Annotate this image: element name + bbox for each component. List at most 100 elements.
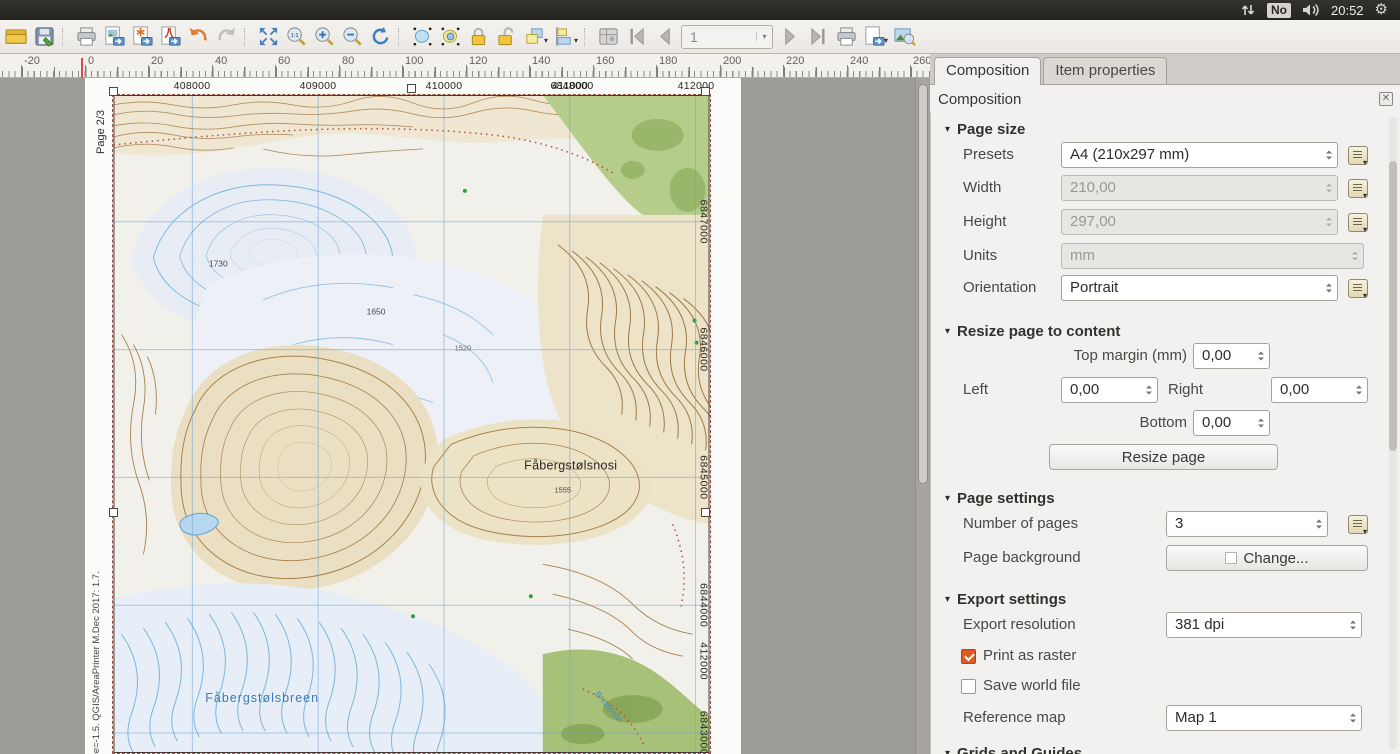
printer-icon bbox=[835, 25, 858, 48]
export-pdf-button[interactable] bbox=[156, 23, 184, 51]
left-margin-label: Left bbox=[963, 377, 988, 403]
session-gear-icon[interactable]: ⚙ bbox=[1375, 1, 1388, 19]
raise-items-dropdown-arrow[interactable]: ▾ bbox=[544, 36, 548, 45]
lock-items-button[interactable] bbox=[464, 23, 492, 51]
selection-handle[interactable] bbox=[407, 84, 416, 93]
bottom-margin-input[interactable]: 0,00 bbox=[1193, 410, 1270, 436]
panel-title: Composition bbox=[938, 91, 1021, 108]
network-icon[interactable] bbox=[1240, 3, 1256, 17]
atlas-previous-feature-button[interactable] bbox=[650, 23, 678, 51]
section-export-settings[interactable]: ▾Export settings bbox=[945, 591, 1066, 608]
reference-map-label: Reference map bbox=[963, 705, 1066, 731]
export-svg-button[interactable] bbox=[128, 23, 156, 51]
width-data-defined-button[interactable] bbox=[1348, 179, 1368, 198]
unlock-items-button[interactable] bbox=[492, 23, 520, 51]
print-as-raster-checkbox[interactable] bbox=[961, 649, 976, 664]
qgis-composer-window: No 20:52 ⚙ 1:1 ▾ ▾ bbox=[0, 0, 1400, 754]
resize-page-button[interactable]: Resize page bbox=[1049, 444, 1278, 470]
section-page-size[interactable]: ▾Page size bbox=[945, 121, 1025, 138]
export-image-button[interactable] bbox=[100, 23, 128, 51]
map-item[interactable]: 1730 1650 1520 Fåbergstølsnosi 1555 Fåbe… bbox=[112, 94, 711, 754]
presets-data-defined-button[interactable] bbox=[1348, 146, 1368, 165]
left-margin-input[interactable]: 0,00 bbox=[1061, 377, 1158, 403]
units-select[interactable]: mm bbox=[1061, 243, 1364, 269]
ruler-cursor-marker bbox=[81, 58, 83, 78]
align-items-dropdown-arrow[interactable]: ▾ bbox=[574, 36, 578, 45]
scrollbar-thumb[interactable] bbox=[1389, 161, 1397, 451]
refresh-icon bbox=[369, 25, 392, 48]
selection-handle[interactable] bbox=[109, 508, 118, 517]
ruler-tick: 160 bbox=[596, 54, 614, 77]
canvas-vertical-scrollbar[interactable] bbox=[915, 78, 929, 754]
save-button[interactable] bbox=[30, 23, 58, 51]
panel-vertical-scrollbar[interactable] bbox=[1389, 117, 1397, 750]
map-coord-label: 408000 bbox=[174, 80, 211, 92]
height-input[interactable]: 297,00 bbox=[1061, 209, 1338, 235]
volume-icon[interactable] bbox=[1302, 3, 1320, 17]
preview-atlas-button[interactable] bbox=[890, 23, 918, 51]
page-background-change-button[interactable]: Change... bbox=[1166, 545, 1368, 571]
selection-handle[interactable] bbox=[701, 87, 710, 96]
ruler-tick: 180 bbox=[659, 54, 677, 77]
zoom-actual-button[interactable]: 1:1 bbox=[282, 23, 310, 51]
height-data-defined-button[interactable] bbox=[1348, 213, 1368, 232]
atlas-next-feature-button[interactable] bbox=[776, 23, 804, 51]
svg-text:1:1: 1:1 bbox=[290, 33, 298, 39]
scrollbar-thumb[interactable] bbox=[918, 84, 928, 484]
close-panel-icon[interactable]: ✕ bbox=[1379, 92, 1393, 106]
zoom-in-icon bbox=[313, 25, 336, 48]
orientation-select[interactable]: Portrait bbox=[1061, 275, 1338, 301]
section-page-settings[interactable]: ▾Page settings bbox=[945, 490, 1055, 507]
pages-data-defined-button[interactable] bbox=[1348, 515, 1368, 534]
section-resize-page[interactable]: ▾Resize page to content bbox=[945, 323, 1120, 340]
export-atlas-dropdown-arrow[interactable]: ▾ bbox=[884, 36, 888, 45]
export-resolution-input[interactable]: 381 dpi bbox=[1166, 612, 1362, 638]
atlas-first-feature-button[interactable] bbox=[622, 23, 650, 51]
section-grids-guides-partial[interactable]: ▾Grids and Guides bbox=[945, 745, 1082, 754]
zoom-in-button[interactable] bbox=[310, 23, 338, 51]
ruler-tick: 260 bbox=[913, 54, 931, 77]
refresh-button[interactable] bbox=[366, 23, 394, 51]
tab-item-properties[interactable]: Item properties bbox=[1043, 57, 1167, 84]
presets-select[interactable]: A4 (210x297 mm) bbox=[1061, 142, 1338, 168]
zoom-full-button[interactable] bbox=[254, 23, 282, 51]
bottom-margin-label: Bottom bbox=[991, 410, 1187, 436]
reference-map-select[interactable]: Map 1 bbox=[1166, 705, 1362, 731]
selection-handle[interactable] bbox=[701, 508, 710, 517]
map-coord-label: 6847000 bbox=[698, 200, 709, 244]
orientation-data-defined-button[interactable] bbox=[1348, 279, 1368, 298]
export-image-icon bbox=[103, 25, 126, 48]
export-atlas-icon bbox=[863, 25, 886, 48]
open-button[interactable] bbox=[2, 23, 30, 51]
atlas-settings-button[interactable] bbox=[594, 23, 622, 51]
zoom-out-button[interactable] bbox=[338, 23, 366, 51]
composer-canvas[interactable]: 408000 409000 410000 411000 6848000 4120… bbox=[0, 78, 930, 754]
undo-button[interactable] bbox=[184, 23, 212, 51]
folder-icon bbox=[5, 25, 28, 48]
toolbar-separator bbox=[62, 28, 69, 46]
previous-arrow-icon bbox=[653, 25, 676, 48]
width-input[interactable]: 210,00 bbox=[1061, 175, 1338, 201]
print-as-raster-label: Print as raster bbox=[983, 646, 1076, 666]
redo-button[interactable] bbox=[212, 23, 240, 51]
printer-icon bbox=[75, 25, 98, 48]
save-world-file-checkbox[interactable] bbox=[961, 679, 976, 694]
combo-arrow-icon[interactable]: ▾ bbox=[756, 32, 772, 41]
print-button[interactable] bbox=[72, 23, 100, 51]
right-margin-input[interactable]: 0,00 bbox=[1271, 377, 1368, 403]
selection-handle[interactable] bbox=[109, 87, 118, 96]
collapse-triangle-icon: ▾ bbox=[945, 594, 950, 605]
atlas-last-feature-button[interactable] bbox=[804, 23, 832, 51]
first-arrow-icon bbox=[625, 25, 648, 48]
number-of-pages-input[interactable]: 3 bbox=[1166, 511, 1328, 537]
atlas-feature-number-input[interactable]: 1 ▾ bbox=[681, 25, 773, 49]
select-move-item-button[interactable] bbox=[408, 23, 436, 51]
ruler-tick: -20 bbox=[24, 54, 40, 77]
keyboard-indicator[interactable]: No bbox=[1267, 3, 1291, 18]
move-content-icon bbox=[439, 25, 462, 48]
tab-composition[interactable]: Composition bbox=[934, 57, 1041, 85]
move-content-button[interactable] bbox=[436, 23, 464, 51]
print-atlas-button[interactable] bbox=[832, 23, 860, 51]
export-resolution-label: Export resolution bbox=[963, 612, 1076, 638]
top-margin-input[interactable]: 0,00 bbox=[1193, 343, 1270, 369]
